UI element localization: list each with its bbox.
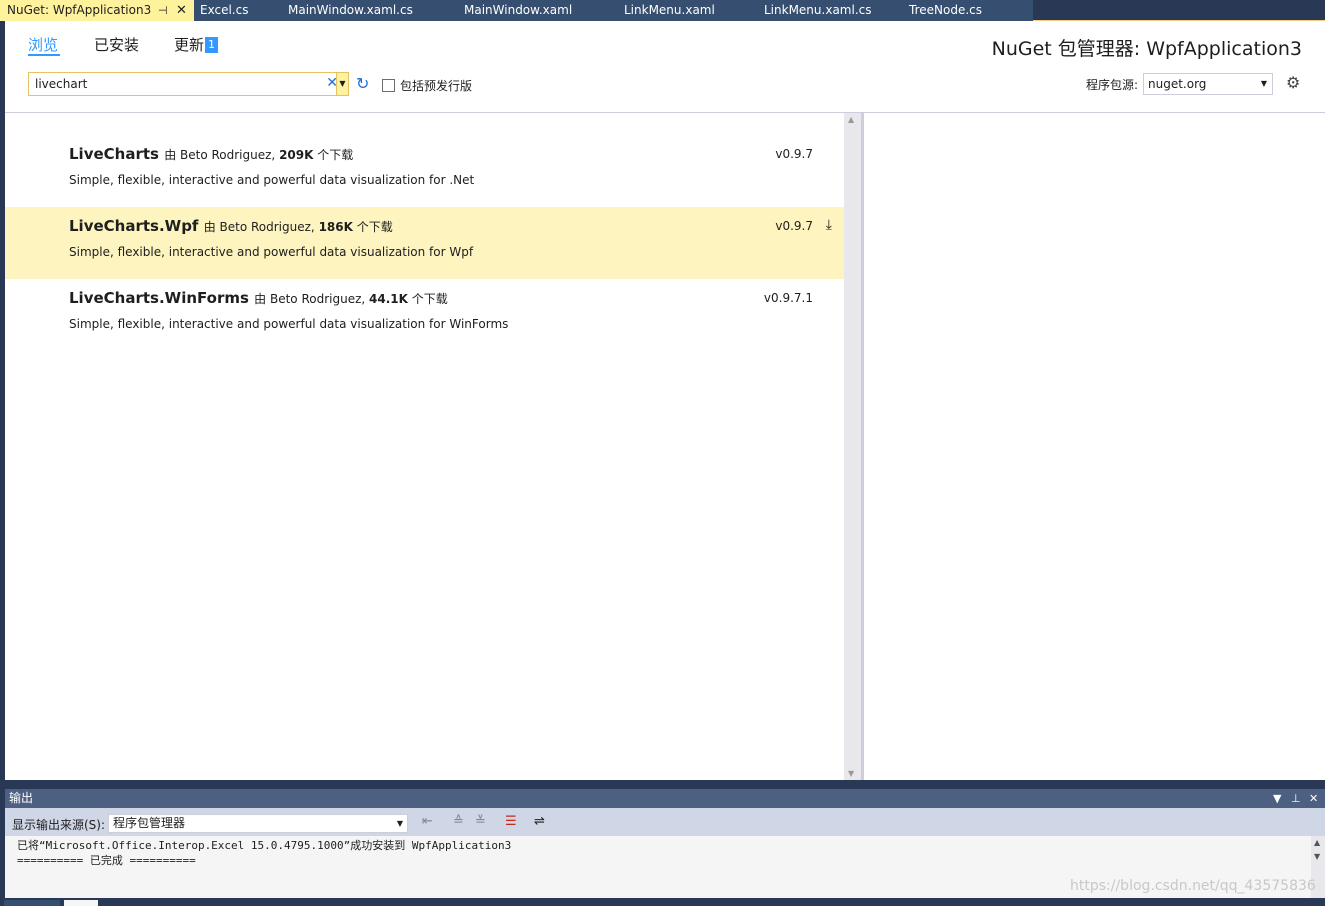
tab-mainwindow-xaml[interactable]: MainWindow.xaml — [446, 0, 598, 21]
package-meta: 由 Beto Rodriguez, 44.1K 个下载 — [254, 292, 448, 306]
package-name-text: LiveCharts.Wpf — [69, 217, 199, 235]
tab-linkmenu-xaml[interactable]: LinkMenu.xaml — [598, 0, 738, 21]
package-source-value: nuget.org — [1148, 77, 1207, 91]
package-description: Simple, flexible, interactive and powerf… — [69, 317, 509, 331]
package-name: LiveCharts.Wpf 由 Beto Rodriguez, 186K 个下… — [69, 217, 393, 235]
panel-menu-icon[interactable]: ▼ — [1273, 789, 1281, 808]
tab-label: LinkMenu.xaml — [624, 3, 715, 17]
package-details-pane — [864, 113, 1325, 780]
package-row-livecharts-winforms[interactable]: LiveCharts.WinForms 由 Beto Rodriguez, 44… — [5, 279, 844, 351]
search-input[interactable] — [29, 73, 319, 95]
package-description: Simple, flexible, interactive and powerf… — [69, 173, 475, 187]
close-icon[interactable]: ✕ — [1309, 789, 1318, 808]
bottom-tab-active[interactable] — [64, 900, 98, 906]
next-message-icon[interactable]: ≚ — [475, 814, 486, 829]
watermark-text: https://blog.csdn.net/qq_43575836 — [1070, 878, 1316, 894]
clear-all-icon[interactable]: ☰ — [505, 814, 517, 829]
output-line: 已将“Microsoft.Office.Interop.Excel 15.0.4… — [17, 839, 512, 852]
package-meta: 由 Beto Rodriguez, 186K 个下载 — [204, 220, 393, 234]
tab-excel-cs[interactable]: Excel.cs — [194, 0, 274, 21]
package-source-select[interactable]: nuget.org ▼ — [1143, 73, 1273, 95]
tab-strip-filler — [1033, 0, 1325, 21]
package-author: 由 Beto Rodriguez, — [164, 148, 276, 162]
package-name-text: LiveCharts — [69, 145, 159, 163]
package-version: v0.9.7 — [775, 147, 813, 161]
gear-icon[interactable]: ⚙ — [1286, 73, 1300, 92]
tab-mainwindow-xaml-cs[interactable]: MainWindow.xaml.cs — [274, 0, 446, 21]
package-row-livecharts[interactable]: LiveCharts 由 Beto Rodriguez, 209K 个下载 Si… — [5, 135, 844, 207]
tab-browse[interactable]: 浏览 — [28, 34, 58, 55]
scroll-up-icon[interactable]: ▲ — [1314, 838, 1320, 847]
output-panel-title: 输出 ▼ ⊥ ✕ — [5, 789, 1325, 808]
page-title: NuGet 包管理器: WpfApplication3 — [991, 38, 1302, 60]
package-name: LiveCharts.WinForms 由 Beto Rodriguez, 44… — [69, 289, 448, 307]
chevron-down-icon: ▼ — [1260, 79, 1267, 88]
output-source-select[interactable]: 程序包管理器 ▼ — [108, 814, 408, 833]
package-description: Simple, flexible, interactive and powerf… — [69, 245, 474, 259]
package-author: 由 Beto Rodriguez, — [203, 220, 315, 234]
package-author: 由 Beto Rodriguez, — [254, 292, 366, 306]
scroll-down-icon[interactable]: ▼ — [1314, 852, 1320, 861]
output-toolbar: 显示输出来源(S): 程序包管理器 ▼ ⇤ ≙ ≚ ☰ ⇌ — [5, 808, 1325, 836]
tab-label: LinkMenu.xaml.cs — [764, 3, 872, 17]
search-box: ✕ ▼ — [28, 72, 349, 96]
download-icon[interactable]: ⤓ — [826, 217, 832, 233]
package-version: v0.9.7.1 — [763, 291, 813, 305]
package-downloads-suffix: 个下载 — [317, 148, 354, 162]
include-prerelease-checkbox[interactable]: 包括预发行版 — [382, 77, 472, 94]
package-list-scrollbar[interactable]: ▲ ▼ — [844, 113, 861, 780]
tab-label: MainWindow.xaml.cs — [288, 3, 413, 17]
include-prerelease-label: 包括预发行版 — [400, 79, 473, 93]
package-list: LiveCharts 由 Beto Rodriguez, 209K 个下载 Si… — [5, 113, 844, 780]
pin-icon[interactable]: ⊣ — [158, 0, 168, 21]
pin-icon[interactable]: ⊥ — [1291, 789, 1301, 808]
editor-tab-strip: NuGet: WpfApplication3 ⊣ ✕ Excel.cs Main… — [0, 0, 1325, 21]
scroll-up-icon[interactable]: ▲ — [848, 115, 854, 124]
updates-count-badge: 1 — [205, 37, 219, 53]
toggle-word-wrap-icon[interactable]: ⇌ — [534, 814, 545, 829]
package-downloads-suffix: 个下载 — [411, 292, 448, 306]
tab-label: Excel.cs — [200, 3, 249, 17]
checkbox-box[interactable] — [382, 79, 395, 92]
nuget-manager-panel: 浏览 已安装 更新1 NuGet 包管理器: WpfApplication3 ✕… — [5, 21, 1325, 780]
package-downloads: 186K — [318, 220, 353, 234]
tab-label: TreeNode.cs — [909, 3, 982, 17]
tab-treenode-cs[interactable]: TreeNode.cs — [878, 0, 1033, 21]
output-title-text: 输出 — [9, 791, 34, 805]
package-name-text: LiveCharts.WinForms — [69, 289, 249, 307]
find-message-icon[interactable]: ⇤ — [422, 814, 433, 829]
tab-updates[interactable]: 更新 1 — [174, 34, 219, 55]
tab-nuget[interactable]: NuGet: WpfApplication3 ⊣ ✕ — [0, 0, 194, 21]
output-source-value: 程序包管理器 — [113, 816, 186, 830]
package-row-livecharts-wpf[interactable]: LiveCharts.Wpf 由 Beto Rodriguez, 186K 个下… — [5, 207, 844, 279]
package-downloads-suffix: 个下载 — [356, 220, 393, 234]
output-bottom-tabs — [0, 898, 1325, 906]
chevron-down-icon: ▼ — [396, 819, 403, 828]
bottom-tab[interactable] — [4, 900, 60, 906]
search-history-dropdown-icon[interactable]: ▼ — [336, 73, 348, 95]
package-meta: 由 Beto Rodriguez, 209K 个下载 — [164, 148, 353, 162]
close-icon[interactable]: ✕ — [176, 0, 187, 21]
tab-label: MainWindow.xaml — [464, 3, 573, 17]
refresh-icon[interactable]: ↻ — [356, 74, 369, 93]
package-downloads: 44.1K — [369, 292, 408, 306]
output-source-label: 显示输出来源(S): — [12, 818, 106, 832]
tab-label: NuGet: WpfApplication3 — [7, 3, 152, 17]
previous-message-icon[interactable]: ≙ — [453, 814, 464, 829]
tab-linkmenu-xaml-cs[interactable]: LinkMenu.xaml.cs — [738, 0, 878, 21]
package-downloads: 209K — [279, 148, 314, 162]
tab-installed[interactable]: 已安装 — [94, 34, 139, 55]
package-source-label: 程序包源: — [1086, 78, 1139, 92]
tab-updates-label: 更新 — [174, 36, 205, 54]
package-name: LiveCharts 由 Beto Rodriguez, 209K 个下载 — [69, 145, 353, 163]
package-version: v0.9.7 — [775, 219, 813, 233]
browse-tab-underline — [28, 54, 60, 56]
scroll-down-icon[interactable]: ▼ — [848, 769, 854, 778]
output-line: ========== 已完成 ========== — [17, 854, 196, 867]
